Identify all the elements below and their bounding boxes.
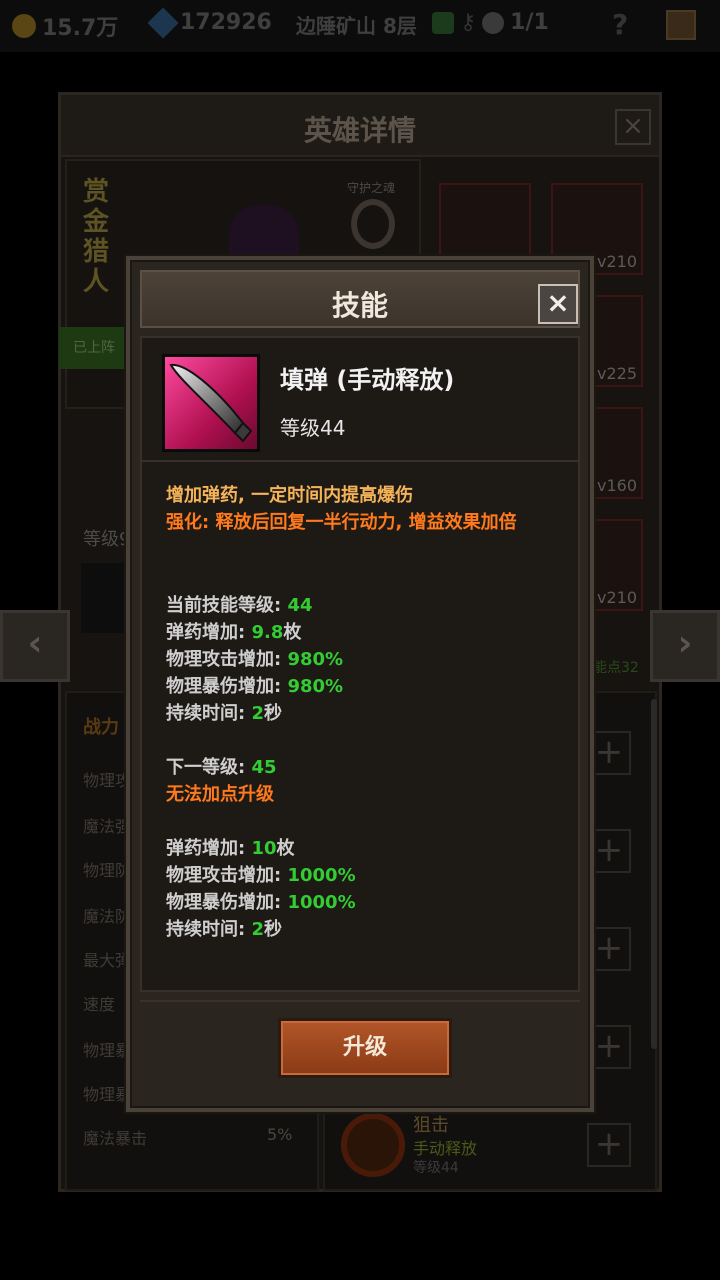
skull-icon [482,11,505,34]
skill-enhance-text: 强化: 释放后回复一半行动力, 增益效果加倍 [166,512,517,533]
skill-name: 填弹 (手动释放) [280,366,455,394]
stat-label: 魔法强 [83,817,132,836]
gem-counter: 172926 [147,6,272,39]
deployed-badge: 已上阵 [59,327,129,369]
bullet-icon [162,354,260,452]
guardian-soul-label: 守护之魂 [347,181,396,195]
prev-hero-button[interactable]: ‹ [0,610,70,682]
next-ammo-row: 弹药增加: 10枚 [166,838,295,859]
next-atk-row: 物理攻击增加: 1000% [166,865,356,886]
skill-points-label: 能点32 [593,660,639,676]
hero-level-label: 等级9 [83,529,131,550]
location-label: 边陲矿山 8层 [296,14,417,38]
stat-label: 物理攻 [83,771,132,790]
upgrade-button[interactable]: 升级 [278,1018,452,1078]
stat-label: 物理暴 [83,1085,132,1104]
skill-level: 等级44 [413,1160,459,1176]
death-counter: 1/1 [510,10,549,35]
add-skill-button[interactable]: + [587,1123,631,1167]
next-hero-button[interactable]: › [650,610,720,682]
stat-label: 速度 [83,995,116,1014]
skill-type: 手动释放 [413,1139,478,1158]
skill-modal-header: 技能 × [140,270,580,328]
guardian-snake-icon[interactable] [351,199,395,249]
skill-detail-body: 填弹 (手动释放) 等级44 增加弹药, 一定时间内提高爆伤 强化: 释放后回复… [140,336,580,992]
cannot-upgrade-warning: 无法加点升级 [166,784,274,805]
green-box-icon [432,11,454,34]
skills-scrollbar[interactable] [651,699,657,1049]
gold-amount: 15.7万 [42,16,119,41]
current-duration-row: 持续时间: 2秒 [166,703,283,724]
stat-label: 魔法防 [83,907,132,926]
gift-icon[interactable] [666,10,696,40]
skill-modal-footer: 升级 [140,1000,580,1098]
current-ammo-row: 弹药增加: 9.8枚 [166,622,302,643]
close-button[interactable]: × [538,284,578,324]
current-atk-row: 物理攻击增加: 980% [166,649,344,670]
hero-panel-header: 英雄详情 × [61,95,659,157]
stat-value: 5% [267,1125,293,1144]
gem-amount: 172926 [180,10,272,35]
skill-description: 增加弹药, 一定时间内提高爆伤 [166,485,414,506]
skill-modal-title: 技能 [331,289,388,322]
next-level-row: 下一等级: 45 [166,757,277,778]
skill-level: 等级44 [280,416,346,440]
resource-bar: 15.7万 172926 边陲矿山 8层 ⚷ 1/1 ? [0,0,720,52]
key-icon: ⚷ [460,10,477,35]
skill-summary: 填弹 (手动释放) 等级44 [142,338,578,462]
skill-name: 狙击 [413,1115,449,1136]
hero-panel-title: 英雄详情 [303,114,416,147]
stat-label: 最大弹 [83,951,132,970]
coin-icon [12,14,36,38]
gold-counter: 15.7万 [12,10,118,42]
current-level-row: 当前技能等级: 44 [166,595,313,616]
hero-panel-close-button[interactable]: × [615,109,651,145]
gem-icon [147,6,179,39]
help-button[interactable]: ? [612,8,628,41]
next-duration-row: 持续时间: 2秒 [166,919,283,940]
stat-label: 物理防 [83,861,132,880]
skill-modal: 技能 × 填弹 (手动释放) 等级44 增加弹药, 一定时间内提高爆伤 强化: … [126,256,594,1112]
next-crit-row: 物理暴伤增加: 1000% [166,892,356,913]
stat-label: 物理暴 [83,1041,132,1060]
status-icons: ⚷ 1/1 [432,10,549,35]
stat-label: 魔法暴击 [83,1129,148,1148]
power-label: 战力 [83,717,119,738]
crosshair-icon [341,1113,405,1177]
current-crit-row: 物理暴伤增加: 980% [166,676,344,697]
hero-name: 赏金猎人 [83,177,110,297]
